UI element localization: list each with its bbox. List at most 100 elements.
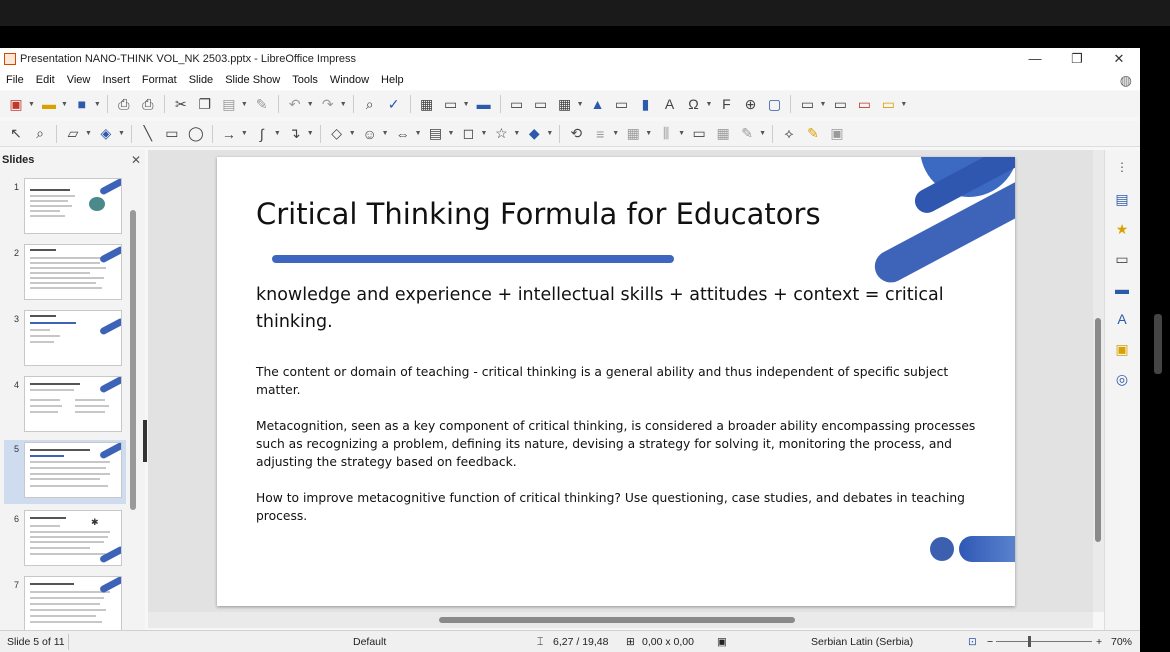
print-icon[interactable]: ⎙ — [139, 95, 157, 113]
gallery-icon[interactable]: ▣ — [1111, 338, 1133, 360]
slide-paragraph[interactable]: Metacognition, seen as a key component o… — [256, 417, 976, 471]
master-slide-icon[interactable]: ▬ — [475, 95, 493, 113]
fit-slide-icon[interactable]: ⊡ — [968, 636, 977, 648]
select-icon[interactable]: ↖ — [7, 125, 25, 143]
chart-icon[interactable]: ▮ — [637, 95, 655, 113]
glue-points-icon[interactable]: ✎ — [804, 125, 822, 143]
filter-icon[interactable]: ✎ — [738, 125, 756, 143]
slide-thumbnail-2[interactable]: 2 — [4, 244, 126, 304]
crop-icon[interactable]: ▦ — [714, 125, 732, 143]
media-icon[interactable]: ▭ — [613, 95, 631, 113]
slide-thumbnail-7[interactable]: 7 — [4, 576, 126, 636]
slide-title[interactable]: Critical Thinking Formula for Educators — [256, 197, 821, 231]
image-icon[interactable]: ▲ — [589, 95, 607, 113]
points-icon[interactable]: ⟡ — [780, 125, 798, 143]
flowchart-icon[interactable]: ▤ — [427, 125, 445, 143]
connector-icon[interactable]: ↴ — [286, 125, 304, 143]
stars-icon[interactable]: ☆ — [492, 125, 510, 143]
show-draw-functions-icon[interactable]: ▢ — [765, 95, 783, 113]
undo-icon[interactable]: ↶ — [286, 95, 304, 113]
duplicate-slide-icon[interactable]: ▭ — [831, 95, 849, 113]
toggle-extrusion-icon[interactable]: ▣ — [828, 125, 846, 143]
menu-view[interactable]: View — [61, 74, 97, 86]
arrange-icon[interactable]: ▦ — [624, 125, 642, 143]
start-first-slide-icon[interactable]: ▭ — [508, 95, 526, 113]
zoom-in-icon[interactable]: + — [1096, 636, 1102, 648]
save-icon[interactable]: ■ — [73, 95, 91, 113]
close-button[interactable]: ✕ — [1098, 48, 1140, 70]
block-arrows-icon[interactable]: ⇔ — [394, 125, 412, 143]
slide-thumbnail-5[interactable]: 5 — [4, 440, 126, 504]
slide-thumbnail-4[interactable]: 4 — [4, 376, 126, 436]
redo-icon[interactable]: ↷ — [319, 95, 337, 113]
horizontal-scrollbar[interactable] — [148, 612, 1093, 628]
special-character-icon[interactable]: Ω — [685, 95, 703, 113]
textbox-icon[interactable]: A — [661, 95, 679, 113]
menu-slide[interactable]: Slide — [183, 74, 219, 86]
styles-icon[interactable]: A — [1111, 308, 1133, 330]
slides-pane-scrollbar[interactable] — [130, 210, 136, 510]
distribute-icon[interactable]: ⫼ — [657, 125, 675, 143]
slide-thumbnail-6[interactable]: 6 ✱ — [4, 510, 126, 570]
spelling-icon[interactable]: ✓ — [385, 95, 403, 113]
paste-icon[interactable]: ▤ — [220, 95, 238, 113]
sidebar-menu-icon[interactable]: ⋮ — [1111, 156, 1133, 178]
slide-transition-icon[interactable]: ★ — [1111, 218, 1133, 240]
align-objects-icon[interactable]: ≡ — [591, 125, 609, 143]
minimize-button[interactable]: — — [1014, 48, 1056, 70]
outer-scrollbar[interactable] — [1154, 314, 1162, 374]
hyperlink-icon[interactable]: ⊕ — [741, 95, 759, 113]
basic-shapes-icon[interactable]: ◇ — [328, 125, 346, 143]
cut-icon[interactable]: ✂ — [172, 95, 190, 113]
line-icon[interactable]: ╲ — [139, 125, 157, 143]
zoom-pan-icon[interactable]: ⌕ — [31, 125, 49, 143]
clone-formatting-icon[interactable]: ✎ — [253, 95, 271, 113]
custom-animation-icon[interactable]: ▬ — [1111, 278, 1133, 300]
menu-tools[interactable]: Tools — [286, 74, 324, 86]
zoom-level[interactable]: 70% — [1111, 636, 1132, 648]
zoom-out-icon[interactable]: − — [987, 636, 993, 648]
slide-thumbnail-1[interactable]: 1 — [4, 178, 126, 238]
rotate-icon[interactable]: ⟲ — [567, 125, 585, 143]
master-name[interactable]: Default — [353, 636, 386, 648]
master-slides-icon[interactable]: ▭ — [1111, 248, 1133, 270]
close-icon[interactable]: ✕ — [131, 153, 141, 167]
table-icon[interactable]: ▦ — [556, 95, 574, 113]
copy-icon[interactable]: ❐ — [196, 95, 214, 113]
export-pdf-icon[interactable]: ⎙ — [115, 95, 133, 113]
menu-file[interactable]: File — [0, 74, 30, 86]
language-status[interactable]: Serbian Latin (Serbia) — [811, 636, 913, 648]
menu-insert[interactable]: Insert — [96, 74, 136, 86]
callouts-icon[interactable]: ◻ — [459, 125, 477, 143]
curve-icon[interactable]: ∫ — [253, 125, 271, 143]
delete-slide-icon[interactable]: ▭ — [855, 95, 873, 113]
line-color-icon[interactable]: ▱ — [64, 125, 82, 143]
shadow-icon[interactable]: ▭ — [690, 125, 708, 143]
slide-layout-icon[interactable]: ▭ — [879, 95, 897, 113]
navigator-icon[interactable]: ◎ — [1111, 368, 1133, 390]
symbol-shapes-icon[interactable]: ☺ — [361, 125, 379, 143]
open-folder-icon[interactable]: ▬ — [40, 95, 58, 113]
find-replace-icon[interactable]: ⌕ — [361, 95, 379, 113]
grid-icon[interactable]: ▦ — [418, 95, 436, 113]
pane-resize-handle[interactable] — [143, 420, 147, 462]
slide-thumbnail-3[interactable]: 3 — [4, 310, 126, 370]
globe-icon[interactable]: ◍ — [1120, 72, 1132, 89]
maximize-button[interactable]: ❐ — [1056, 48, 1098, 70]
zoom-slider-knob[interactable] — [1028, 636, 1031, 647]
arrow-icon[interactable]: → — [220, 125, 238, 143]
vertical-scrollbar[interactable] — [1093, 150, 1104, 612]
menu-window[interactable]: Window — [324, 74, 375, 86]
properties-icon[interactable]: ▤ — [1111, 188, 1133, 210]
display-views-icon[interactable]: ▭ — [442, 95, 460, 113]
slide-paragraph[interactable]: How to improve metacognitive function of… — [256, 489, 976, 525]
zoom-slider[interactable] — [996, 641, 1092, 642]
slide-canvas[interactable]: Critical Thinking Formula for Educators … — [217, 157, 1015, 606]
slide-paragraph[interactable]: The content or domain of teaching - crit… — [256, 363, 976, 399]
ellipse-icon[interactable]: ◯ — [187, 125, 205, 143]
3d-objects-icon[interactable]: ◆ — [525, 125, 543, 143]
menu-format[interactable]: Format — [136, 74, 183, 86]
document-modified-icon[interactable]: ▣ — [717, 636, 727, 648]
menu-edit[interactable]: Edit — [30, 74, 61, 86]
start-current-slide-icon[interactable]: ▭ — [532, 95, 550, 113]
